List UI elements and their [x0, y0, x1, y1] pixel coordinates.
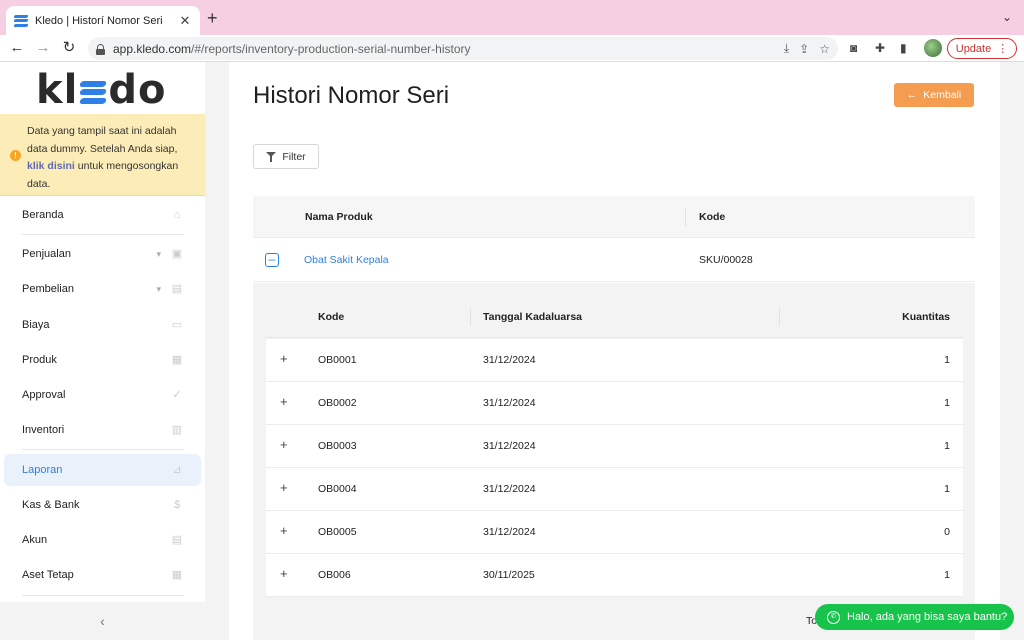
sidebar-item-approval[interactable]: Approval ✓	[4, 379, 201, 411]
sidebar-item-pembelian[interactable]: Pembelian ▾ ▤	[4, 273, 201, 305]
whatsapp-icon: ✆	[827, 610, 840, 624]
tab-title: Kledo | Historí Nomor Seri	[35, 14, 163, 27]
menu-divider	[22, 449, 184, 450]
table-row: + OB0001 31/12/2024 1	[266, 339, 963, 382]
camera-icon[interactable]: ◙	[850, 41, 857, 55]
filter-funnel-icon	[266, 151, 277, 162]
chart-icon: ⊿	[172, 464, 182, 476]
table-row: – Obat Sakit Kepala SKU/00028	[253, 239, 975, 282]
expand-row-icon[interactable]: +	[280, 394, 288, 409]
sidebar-item-inventori[interactable]: Inventori ▥	[4, 414, 201, 446]
expand-row-icon[interactable]: +	[280, 566, 288, 581]
dummy-data-notice: ! Data yang tampil saat ini adalah data …	[0, 114, 205, 196]
serial-table-header: Kode Tanggal Kadaluarsa Kuantitas	[266, 296, 963, 338]
column-separator	[685, 208, 686, 226]
expand-row-icon[interactable]: +	[280, 480, 288, 495]
warehouse-icon: ▥	[171, 424, 183, 436]
logo-e-mark	[79, 77, 108, 104]
browser-toolbar: ← → ↻ app.kledo.com/#/reports/inventory-…	[0, 35, 1024, 62]
sidebar-item-laporan[interactable]: Laporan ⊿	[4, 454, 201, 486]
basket-icon: ▣	[171, 248, 183, 260]
forward-arrow-icon[interactable]: →	[34, 39, 52, 57]
home-icon: ⌂	[173, 209, 181, 221]
sidebar: kl do ! Data yang tampil saat ini adalah…	[0, 62, 205, 640]
collapse-row-icon[interactable]: –	[265, 253, 279, 267]
lock-icon	[96, 43, 105, 55]
reload-icon[interactable]: ↻	[60, 39, 78, 57]
update-button[interactable]: Update ⋮	[947, 38, 1017, 59]
chevron-down-icon: ▾	[156, 283, 161, 294]
tab-search-chevron-icon[interactable]: ⌄	[1002, 10, 1012, 24]
filter-button[interactable]: Filter	[253, 144, 319, 169]
table-row: + OB0003 31/12/2024 1	[266, 425, 963, 468]
collapse-sidebar-button[interactable]: ‹	[0, 602, 205, 640]
expand-row-icon[interactable]: +	[280, 437, 288, 452]
close-tab-icon[interactable]: ✕	[178, 13, 192, 29]
share-icon[interactable]: ⇪	[799, 42, 809, 56]
back-arrow-icon[interactable]: ←	[8, 39, 26, 57]
product-link[interactable]: Obat Sakit Kepala	[304, 254, 389, 266]
header-sub-kode: Kode	[318, 311, 345, 323]
sidebar-item-beranda[interactable]: Beranda ⌂	[4, 199, 201, 231]
warning-icon: !	[10, 150, 21, 161]
profile-avatar[interactable]	[924, 39, 942, 57]
table-row: + OB0002 31/12/2024 1	[266, 382, 963, 425]
header-kode: Kode	[699, 211, 726, 223]
browser-tab[interactable]: Kledo | Historí Nomor Seri ✕	[6, 6, 200, 35]
expand-row-icon[interactable]: +	[280, 523, 288, 538]
column-separator	[470, 308, 471, 326]
sidebar-item-penjualan[interactable]: Penjualan ▾ ▣	[4, 238, 201, 270]
sidebar-item-produk[interactable]: Produk ▦	[4, 344, 201, 376]
page-title: Histori Nomor Seri	[253, 82, 450, 109]
table-row: + OB0005 31/12/2024 0	[266, 511, 963, 554]
shopping-bag-icon: ▤	[171, 283, 183, 295]
header-kuantitas: Kuantitas	[902, 311, 950, 323]
address-bar[interactable]: app.kledo.com/#/reports/inventory-produc…	[88, 37, 838, 60]
more-vertical-icon: ⋮	[997, 43, 1009, 55]
menu-divider	[22, 595, 184, 596]
kledo-favicon-icon	[13, 14, 29, 28]
install-app-icon[interactable]: ⤓	[784, 41, 789, 56]
extensions-puzzle-icon[interactable]: ✚	[875, 41, 885, 55]
header-tanggal-kadaluarsa: Tanggal Kadaluarsa	[483, 311, 583, 323]
url-text: app.kledo.com/#/reports/inventory-produc…	[113, 41, 471, 56]
expand-row-icon[interactable]: +	[280, 351, 288, 366]
back-button[interactable]: ← Kembali	[894, 83, 974, 107]
sidebar-item-akun[interactable]: Akun ▤	[4, 524, 201, 556]
menu-divider	[22, 234, 184, 235]
table-row: + OB0004 31/12/2024 1	[266, 468, 963, 511]
dollar-icon: $	[173, 499, 181, 511]
sidebar-item-aset-tetap[interactable]: Aset Tetap ▦	[4, 559, 201, 591]
building-icon: ▦	[171, 569, 183, 581]
column-separator	[779, 308, 780, 326]
sidebar-item-biaya[interactable]: Biaya ▭	[4, 309, 201, 341]
table-row: + OB006 30/11/2025 1	[266, 554, 963, 597]
side-panel-icon[interactable]: ▮	[900, 41, 907, 55]
check-icon: ✓	[172, 389, 182, 401]
box-icon: ▦	[171, 354, 183, 366]
arrow-left-icon: ←	[906, 89, 918, 101]
product-sku: SKU/00028	[699, 254, 753, 266]
new-tab-icon[interactable]: +	[207, 9, 218, 27]
bookmark-star-icon[interactable]: ☆	[819, 42, 830, 56]
clear-data-link[interactable]: klik disini	[27, 160, 75, 172]
browser-tab-bar: Kledo | Historí Nomor Seri ✕ + ⌄	[0, 0, 1024, 35]
chevron-down-icon: ▾	[156, 248, 161, 259]
sidebar-item-kas-bank[interactable]: Kas & Bank $	[4, 489, 201, 521]
chevron-left-icon: ‹	[100, 613, 105, 629]
whatsapp-chat-button[interactable]: ✆ Halo, ada yang bisa saya bantu?	[815, 604, 1014, 630]
credit-card-icon: ▭	[171, 319, 183, 331]
product-table-header: Nama Produk Kode	[253, 196, 975, 238]
kledo-logo[interactable]: kl do	[36, 67, 166, 113]
header-nama-produk: Nama Produk	[305, 211, 373, 223]
ledger-icon: ▤	[171, 534, 183, 546]
